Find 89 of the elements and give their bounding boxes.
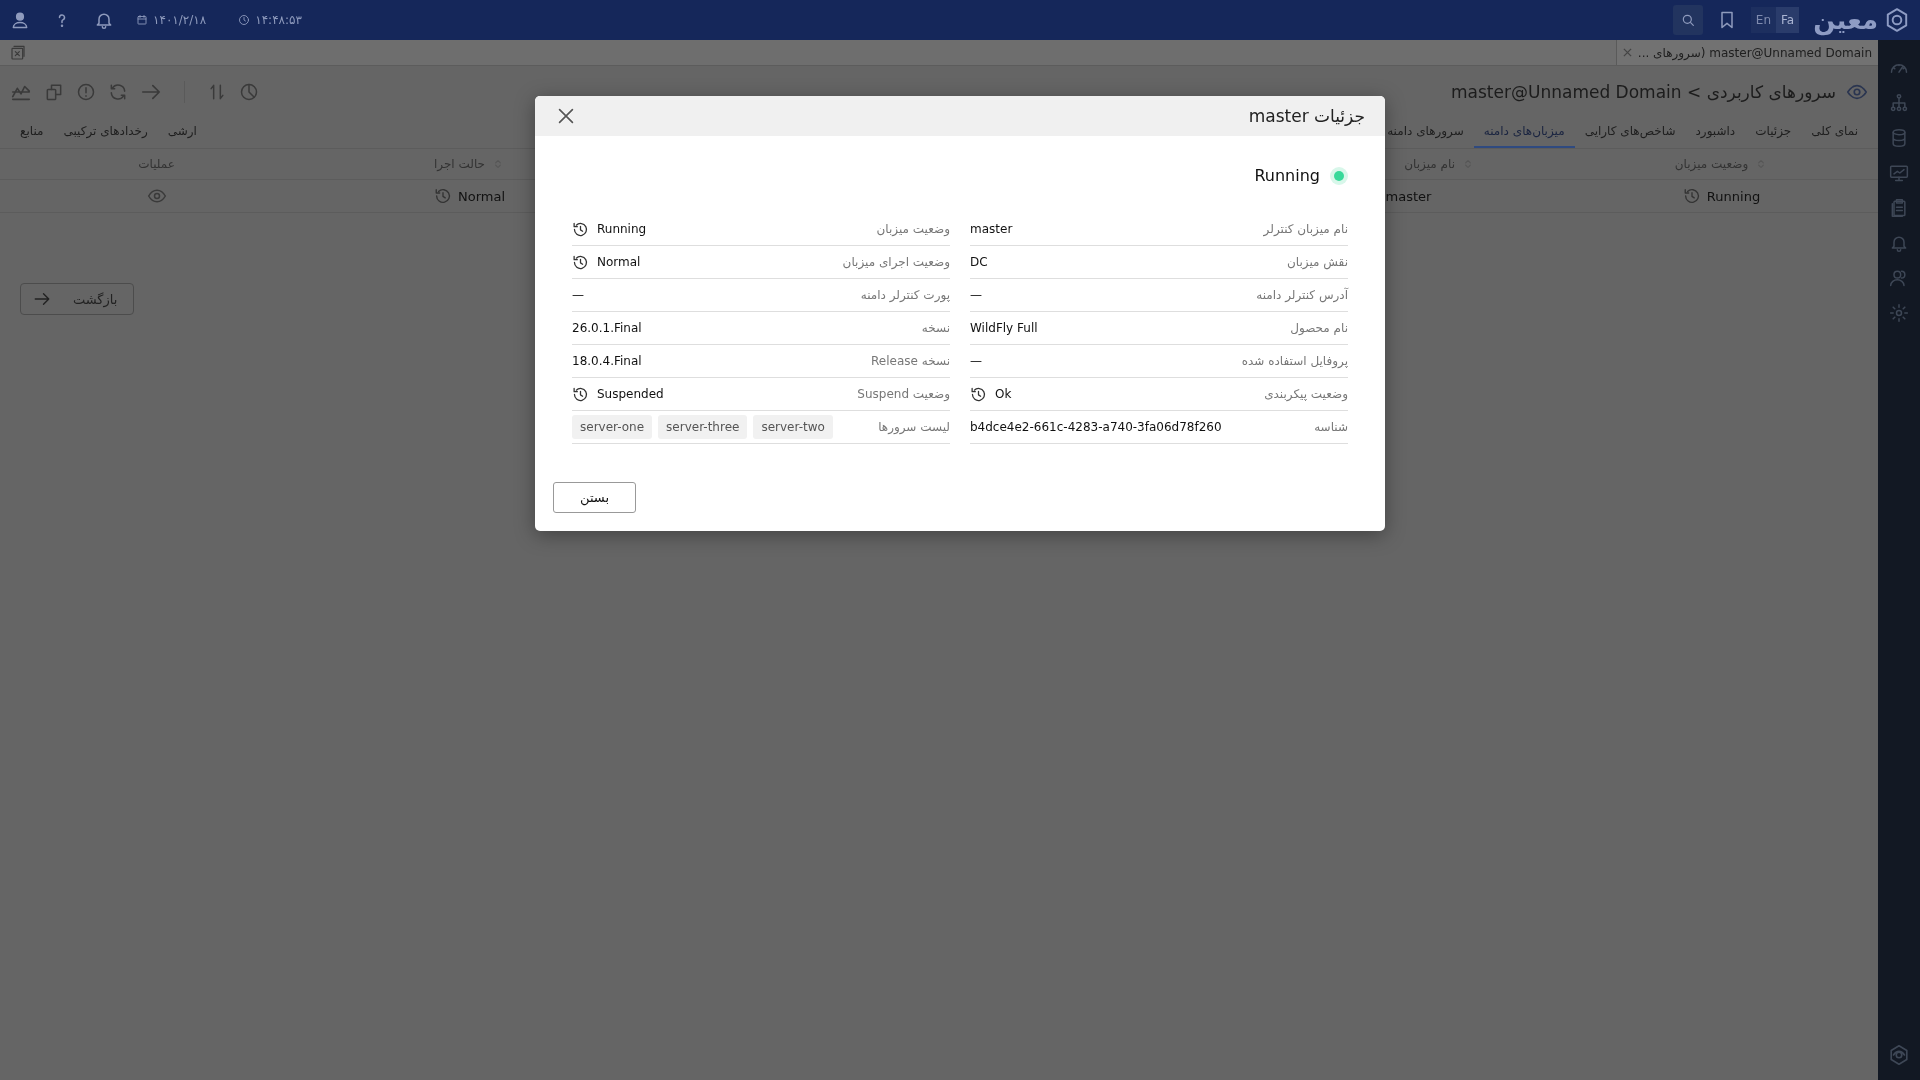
logo-text: معین [1813,5,1878,35]
history-icon [433,187,452,205]
user-icon [10,10,30,30]
page-tab[interactable]: جزئیات [1745,116,1802,148]
history-icon [572,253,589,271]
field-value: — [970,354,982,368]
status-value: Ok [995,387,1012,401]
alert-button[interactable] [76,82,96,102]
language-toggle[interactable]: En [1750,7,1777,33]
open-tab[interactable]: master@Unnamed Domain (سرورهای ... [1615,40,1878,65]
view-button[interactable] [146,186,167,206]
database-icon[interactable] [1889,128,1909,148]
field-label: نقش میزبان [1287,255,1348,269]
status-text: Running [1254,166,1320,185]
copy-icon [44,82,64,102]
close-all-button[interactable] [10,44,26,61]
field-label: نسخه Release [871,354,950,368]
page-tab[interactable]: داشبورد [1685,116,1746,148]
date-text: ۱۴۰۱/۲/۱۸ [153,13,207,27]
field-value: master [970,222,1013,236]
field-label: نام محصول [1290,321,1348,335]
field-label: نام میزبان کنترلر [1263,222,1348,236]
users-icon[interactable] [1889,268,1909,288]
clock-icon [238,14,251,26]
eye-icon [146,186,167,206]
language-toggle[interactable]: Fa [1776,7,1800,33]
field-label: پروفایل استفاده شده [1241,354,1348,368]
field-label: وضعیت Suspend [857,387,950,401]
field-value: 18.0.4.Final [572,354,642,368]
history-icon [1682,187,1701,205]
field-label: پورت کنترلر دامنه [860,288,950,302]
alert-icon [76,82,96,102]
sort-button[interactable] [207,82,227,102]
status-value: Normal [597,255,641,269]
status-value: Running [597,222,647,236]
shield-eye-icon[interactable] [1888,1044,1910,1066]
server-tag: server-three [658,415,748,439]
status-text: Running [1706,188,1761,204]
page-title: سرورهای کاربردی > master@Unnamed Domain [1451,82,1836,102]
time-text: ۱۴:۴۸:۵۳ [255,13,302,27]
pie-chart-icon [239,82,259,102]
server-tag: server-two [753,415,833,439]
field-label: وضعیت پیکربندی [1264,387,1348,401]
hierarchy-icon[interactable] [1889,93,1909,113]
refresh-icon [108,82,128,102]
field-label: وضعیت میزبان [876,222,950,236]
back-button[interactable]: بازگشت [20,283,135,315]
field-value: WildFly Full [970,321,1038,335]
clipboard-icon[interactable] [1889,198,1909,218]
close-dialog-button[interactable]: بستن [553,482,637,513]
field-value: — [572,288,584,302]
field-label: شناسه [1314,420,1348,434]
server-tag: server-one [572,415,653,439]
arrow-icon [33,290,51,308]
search-button[interactable] [1672,5,1703,35]
history-icon [572,385,589,403]
field-label: نسخه [921,321,950,335]
field-label: آدرس کنترلر دامنه [1256,288,1348,302]
close-all-icon [10,44,26,61]
copy-button[interactable] [44,82,64,102]
page-tab[interactable]: نمای کلی [1801,116,1868,148]
history-icon [970,385,987,403]
field-value: 26.0.1.Final [572,321,642,335]
pie-chart-button[interactable] [239,82,259,102]
field-label: لیست سرورها [878,420,950,434]
page-tab[interactable]: شاخص‌های کارایی [1574,116,1686,148]
field-value: DC [970,255,988,269]
table-cell: master [1385,188,1432,204]
calendar-icon [136,14,148,26]
settings-icon[interactable] [1889,303,1909,323]
status-text: Normal [457,188,505,204]
page-tab[interactable]: منابع [10,116,54,148]
monitor-icon[interactable] [1889,163,1909,183]
user-button[interactable] [10,10,30,30]
status-dot [1330,166,1348,185]
page-tab[interactable]: میزبان‌های دامنه [1473,116,1575,148]
dialog-title: جزئیات master [1248,106,1365,126]
page-tab[interactable]: رخدادهای ترکیبی [53,116,158,148]
logo-icon [1884,7,1910,33]
close-icon [1622,48,1632,57]
sort-icon [207,82,227,102]
history-icon [572,220,589,238]
refresh-button[interactable] [108,82,128,102]
field-label: وضعیت اجرای میزبان [842,255,950,269]
page-tab[interactable]: ارشی [157,116,207,148]
field-value: b4dce4e2-661c-4283-a740-3fa06d78f260 [970,420,1222,434]
field-value: — [970,288,982,302]
status-value: Suspended [597,387,664,401]
page-tab[interactable]: سرورهای دامنه [1377,116,1474,148]
